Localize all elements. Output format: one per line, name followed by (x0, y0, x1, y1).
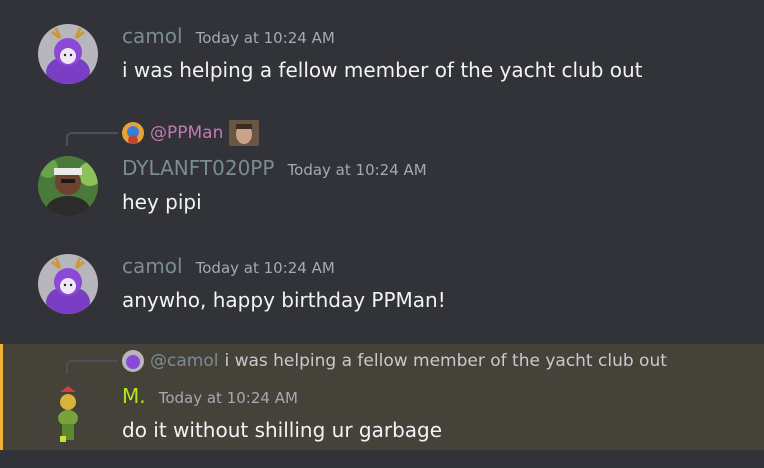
timestamp: Today at 10:24 AM (195, 29, 335, 47)
message-content: anywho, happy birthday PPMan! (122, 288, 446, 312)
avatar[interactable] (38, 24, 98, 84)
username[interactable]: camol (122, 24, 183, 48)
reply-connector (66, 360, 118, 374)
message: camol Today at 10:24 AM anywho, happy bi… (0, 240, 764, 324)
reply-emoji-image (229, 120, 260, 146)
avatar[interactable] (38, 254, 98, 314)
reply-preview[interactable]: @camol i was helping a fellow member of … (122, 348, 667, 374)
username[interactable]: DYLANFT020PP (122, 156, 274, 180)
avatar[interactable] (38, 384, 98, 444)
timestamp: Today at 10:24 AM (195, 259, 335, 277)
message: @PPMan DYLANFT020PP Today at 10:24 AM he… (0, 112, 764, 222)
reply-avatar (122, 122, 144, 144)
reply-avatar (122, 350, 144, 372)
message-content: hey pipi (122, 190, 202, 214)
avatar[interactable] (38, 156, 98, 216)
message: camol Today at 10:24 AM i was helping a … (0, 10, 764, 90)
reply-mention[interactable]: @camol (150, 351, 218, 371)
message-highlighted: @camol i was helping a fellow member of … (0, 344, 764, 450)
message-content: do it without shilling ur garbage (122, 418, 443, 442)
timestamp: Today at 10:24 AM (158, 389, 298, 407)
timestamp: Today at 10:24 AM (287, 161, 427, 179)
username[interactable]: M. (122, 384, 146, 408)
reply-text: i was helping a fellow member of the yac… (224, 351, 667, 371)
reply-connector (66, 132, 118, 146)
username[interactable]: camol (122, 254, 183, 278)
reply-preview[interactable]: @PPMan (122, 120, 260, 146)
chat-messages: camol Today at 10:24 AM i was helping a … (0, 0, 764, 468)
reply-mention[interactable]: @PPMan (150, 123, 223, 143)
message-content: i was helping a fellow member of the yac… (122, 58, 643, 82)
